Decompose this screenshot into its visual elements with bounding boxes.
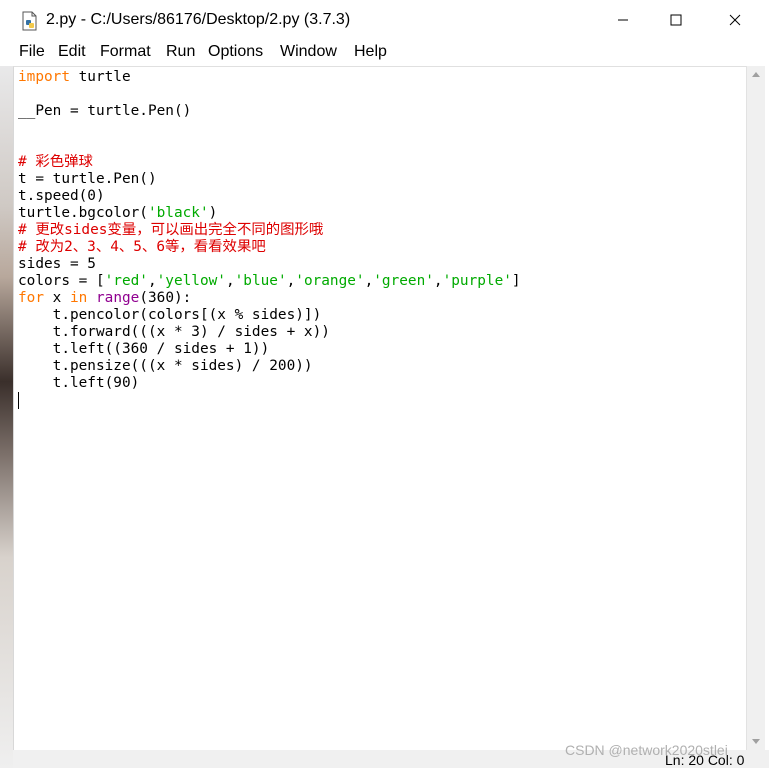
code-line[interactable]: t = turtle.Pen() [18,171,521,188]
code-line[interactable]: colors = ['red','yellow','blue','orange'… [18,273,521,290]
maximize-icon [670,14,682,26]
code-token: 'purple' [442,273,512,289]
menu-file[interactable]: File [19,43,45,61]
code-token: # 彩色弹球 [18,154,93,170]
code-token: , [433,273,443,289]
code-token: t.pensize(((x * sides) / 200)) [18,358,313,374]
code-token: # 改为2、3、4、5、6等，看看效果吧 [18,239,266,255]
code-token: , [286,273,296,289]
code-token: __Pen = turtle.Pen() [18,103,192,119]
code-token: ] [511,273,521,289]
menu-help[interactable]: Help [354,43,387,61]
code-token: t.left((360 / sides + 1)) [18,341,270,357]
code-token: for [18,290,44,306]
menu-run[interactable]: Run [166,43,195,61]
code-token: range [96,290,140,306]
cursor-position: Ln: 20 Col: 0 [665,752,745,768]
code-line[interactable]: sides = 5 [18,256,521,273]
code-token: colors = [ [18,273,105,289]
python-file-icon [20,11,40,31]
code-token: import [18,69,70,85]
code-token: # 更改sides变量，可以画出完全不同的图形哦 [18,222,324,238]
code-token: t.pencolor(colors[(x % sides)]) [18,307,322,323]
code-token: sides = 5 [18,256,96,272]
code-token: t = turtle.Pen() [18,171,157,187]
code-line[interactable]: # 更改sides变量，可以画出完全不同的图形哦 [18,222,521,239]
vertical-scrollbar[interactable] [746,66,765,750]
code-line[interactable]: t.pensize(((x * sides) / 200)) [18,358,521,375]
menu-bar: File Edit Format Run Options Window Help [0,40,769,66]
maximize-button[interactable] [648,0,704,40]
code-token: ) [208,205,218,221]
code-token: 'black' [147,205,209,221]
code-token: , [225,273,235,289]
code-line[interactable]: __Pen = turtle.Pen() [18,103,521,120]
minimize-icon [618,19,628,21]
code-token: 'yellow' [156,273,226,289]
menu-edit[interactable]: Edit [58,43,86,61]
code-token: 'orange' [295,273,365,289]
text-cursor [18,392,19,409]
code-token: , [147,273,157,289]
background-desktop-strip [0,66,13,768]
code-text[interactable]: import turtle __Pen = turtle.Pen() # 彩色弹球 t… [18,69,521,409]
code-token: 'red' [104,273,148,289]
title-bar: 2.py - C:/Users/86176/Desktop/2.py (3.7.… [0,0,769,40]
code-line[interactable]: t.left(90) [18,375,521,392]
code-line[interactable]: t.pencolor(colors[(x % sides)]) [18,307,521,324]
code-line[interactable]: t.left((360 / sides + 1)) [18,341,521,358]
code-line[interactable]: # 彩色弹球 [18,154,521,171]
code-line[interactable] [18,137,521,154]
code-token: , [364,273,374,289]
code-token: (360): [139,290,192,306]
code-line[interactable]: import turtle [18,69,521,86]
code-token: 'blue' [234,273,287,289]
code-editor[interactable]: import turtle __Pen = turtle.Pen() # 彩色弹球 t… [13,66,747,751]
code-token: 'green' [373,273,434,289]
code-line[interactable] [18,392,521,409]
menu-format[interactable]: Format [100,43,151,61]
close-button[interactable] [707,0,763,40]
code-line[interactable]: for x in range(360): [18,290,521,307]
code-line[interactable] [18,120,521,137]
window-title: 2.py - C:/Users/86176/Desktop/2.py (3.7.… [46,11,351,28]
code-line[interactable] [18,86,521,103]
close-icon [729,14,741,26]
code-token: in [70,290,88,306]
code-token: turtle.bgcolor( [18,205,148,221]
scroll-up-icon[interactable] [752,72,760,77]
menu-options[interactable]: Options [208,43,263,61]
scroll-down-icon[interactable] [752,739,760,744]
code-token: t.speed(0) [18,188,105,204]
code-line[interactable]: t.forward(((x * 3) / sides + x)) [18,324,521,341]
code-token: t.left(90) [18,375,140,391]
minimize-button[interactable] [595,0,651,40]
menu-window[interactable]: Window [280,43,337,61]
code-line[interactable]: t.speed(0) [18,188,521,205]
code-token: t.forward(((x * 3) / sides + x)) [18,324,330,340]
code-token: turtle [69,69,131,85]
code-token: x [44,290,70,306]
code-line[interactable]: turtle.bgcolor('black') [18,205,521,222]
code-line[interactable]: # 改为2、3、4、5、6等，看看效果吧 [18,239,521,256]
